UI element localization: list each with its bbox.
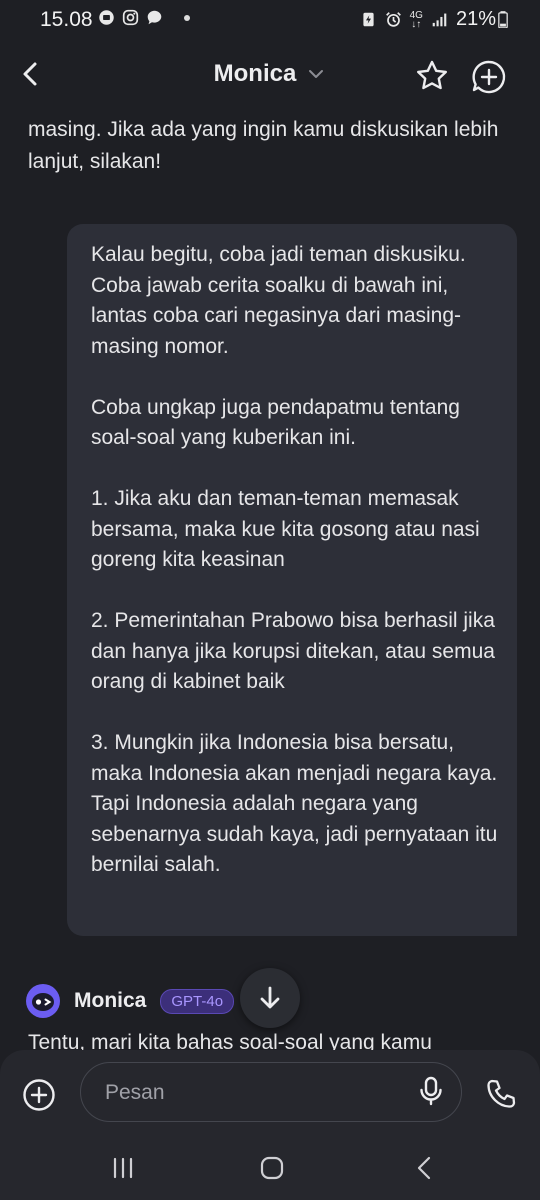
system-navigation-bar <box>0 1135 540 1200</box>
system-back-icon[interactable] <box>410 1153 440 1183</box>
notification-icons <box>98 9 190 26</box>
new-chat-icon[interactable] <box>470 58 508 96</box>
battery-icon <box>498 11 508 28</box>
assistant-message-tail: masing. Jika ada yang ingin kamu diskusi… <box>28 118 499 173</box>
status-time: 15.08 <box>40 8 93 31</box>
battery-saver-icon <box>363 12 374 27</box>
page-title: Monica <box>213 60 297 87</box>
status-bar: 15.08 4G ↓↑ 21% <box>0 0 540 40</box>
home-icon[interactable] <box>257 1153 287 1183</box>
more-notifications-dot <box>184 14 190 21</box>
message-composer <box>0 1050 540 1135</box>
assistant-name: Monica <box>74 989 147 1012</box>
microphone-icon[interactable] <box>415 1075 447 1107</box>
user-message-text: Kalau begitu, coba jadi teman diskusiku.… <box>91 240 501 881</box>
user-message-bubble: Kalau begitu, coba jadi teman diskusiku.… <box>67 224 517 936</box>
user-message-paragraph: Kalau begitu, coba jadi teman diskusiku.… <box>91 243 466 358</box>
conversation[interactable]: masing. Jika ada yang ingin kamu diskusi… <box>0 106 540 1050</box>
app-header: Monica <box>0 46 540 106</box>
message-input[interactable] <box>103 1063 407 1123</box>
model-badge: GPT-4o <box>160 988 235 1014</box>
battery-level: 21% <box>455 8 496 30</box>
user-message-paragraph: Coba ungkap juga pendapatmu tentang soal… <box>91 395 460 450</box>
network-type: 4G ↓↑ <box>409 9 423 30</box>
user-message-paragraph: 2. Pemerintahan Prabowo bisa berhasil ji… <box>91 609 495 693</box>
scroll-to-bottom-button[interactable] <box>240 968 300 1028</box>
user-message-paragraph: 1. Jika aku dan teman-teman memasak bers… <box>91 487 480 571</box>
alarm-icon <box>385 12 401 27</box>
user-message-paragraph: 3. Mungkin jika Indonesia bisa bersatu, … <box>91 731 498 876</box>
message-icon <box>147 10 162 25</box>
recent-apps-icon[interactable] <box>108 1153 138 1183</box>
assistant-reply-text: Tentu, mari kita bahas soal-soal yang ka… <box>28 1031 432 1050</box>
avatar <box>26 984 60 1018</box>
chevron-down-icon <box>309 70 324 78</box>
system-icons: 4G ↓↑ 21% <box>360 8 508 31</box>
monica-logo-icon <box>27 985 59 1017</box>
assistant-selector[interactable]: Monica <box>0 60 540 88</box>
phone-call-icon[interactable] <box>483 1076 519 1112</box>
chat-app-icon <box>99 10 114 25</box>
signal-icon <box>432 13 447 27</box>
message-input-container[interactable] <box>80 1062 462 1123</box>
star-icon[interactable] <box>414 58 450 94</box>
instagram-icon <box>122 9 139 26</box>
assistant-header: Monica GPT-4o <box>26 984 235 1018</box>
arrow-down-icon <box>260 986 280 1009</box>
add-attachment-icon[interactable] <box>22 1078 56 1112</box>
